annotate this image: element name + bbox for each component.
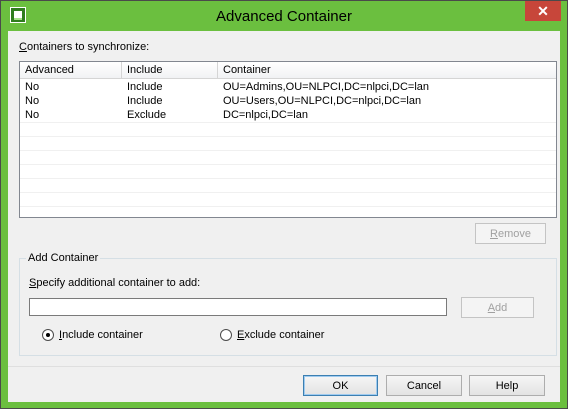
column-header-container[interactable]: Container [218, 62, 556, 78]
row-separator [20, 192, 556, 193]
group-title: Add Container [26, 252, 101, 264]
table-row[interactable]: No Include OU=Users,OU=NLPCI,DC=nlpci,DC… [20, 94, 556, 108]
specify-container-label: Specify additional container to add: [29, 277, 201, 289]
row-separator [20, 122, 556, 123]
ok-button[interactable]: OK [303, 375, 378, 396]
table-row[interactable]: No Include OU=Admins,OU=NLPCI,DC=nlpci,D… [20, 80, 556, 94]
dialog-window: Advanced Container ✕ Containers to synch… [0, 0, 568, 409]
exclude-container-radio[interactable] [220, 329, 232, 341]
column-header-advanced[interactable]: Advanced [20, 62, 122, 78]
cell-container: DC=nlpci,DC=lan [223, 109, 308, 121]
containers-label: Containers to synchronize: [19, 41, 150, 53]
remove-button[interactable]: Remove [475, 223, 546, 244]
title-bar[interactable]: Advanced Container ✕ [1, 1, 567, 31]
column-header-include[interactable]: Include [122, 62, 218, 78]
cell-include: Include [127, 81, 163, 93]
cell-advanced: No [25, 95, 40, 107]
container-input[interactable] [29, 298, 447, 316]
dialog-body: Containers to synchronize: Advanced Incl… [8, 31, 560, 402]
include-container-radio[interactable] [42, 329, 54, 341]
cell-container: OU=Users,OU=NLPCI,DC=nlpci,DC=lan [223, 95, 422, 107]
list-header: Advanced Include Container [20, 62, 556, 79]
window-title: Advanced Container [216, 8, 352, 25]
containers-list[interactable]: Advanced Include Container No Include OU… [19, 61, 557, 218]
row-separator [20, 206, 556, 207]
help-button[interactable]: Help [469, 375, 545, 396]
row-separator [20, 164, 556, 165]
exclude-container-label[interactable]: Exclude container [237, 329, 324, 341]
cell-advanced: No [25, 81, 40, 93]
cell-include: Include [127, 95, 163, 107]
cell-advanced: No [25, 109, 40, 121]
cell-container: OU=Admins,OU=NLPCI,DC=nlpci,DC=lan [223, 81, 430, 93]
button-bar: OK Cancel Help [8, 366, 560, 402]
cell-include: Exclude [127, 109, 167, 121]
close-button[interactable]: ✕ [525, 1, 561, 21]
table-row[interactable]: No Exclude DC=nlpci,DC=lan [20, 108, 556, 122]
cancel-button[interactable]: Cancel [386, 375, 462, 396]
row-separator [20, 136, 556, 137]
add-button[interactable]: Add [461, 297, 534, 318]
row-separator [20, 178, 556, 179]
include-container-label[interactable]: Include container [59, 329, 143, 341]
row-separator [20, 150, 556, 151]
